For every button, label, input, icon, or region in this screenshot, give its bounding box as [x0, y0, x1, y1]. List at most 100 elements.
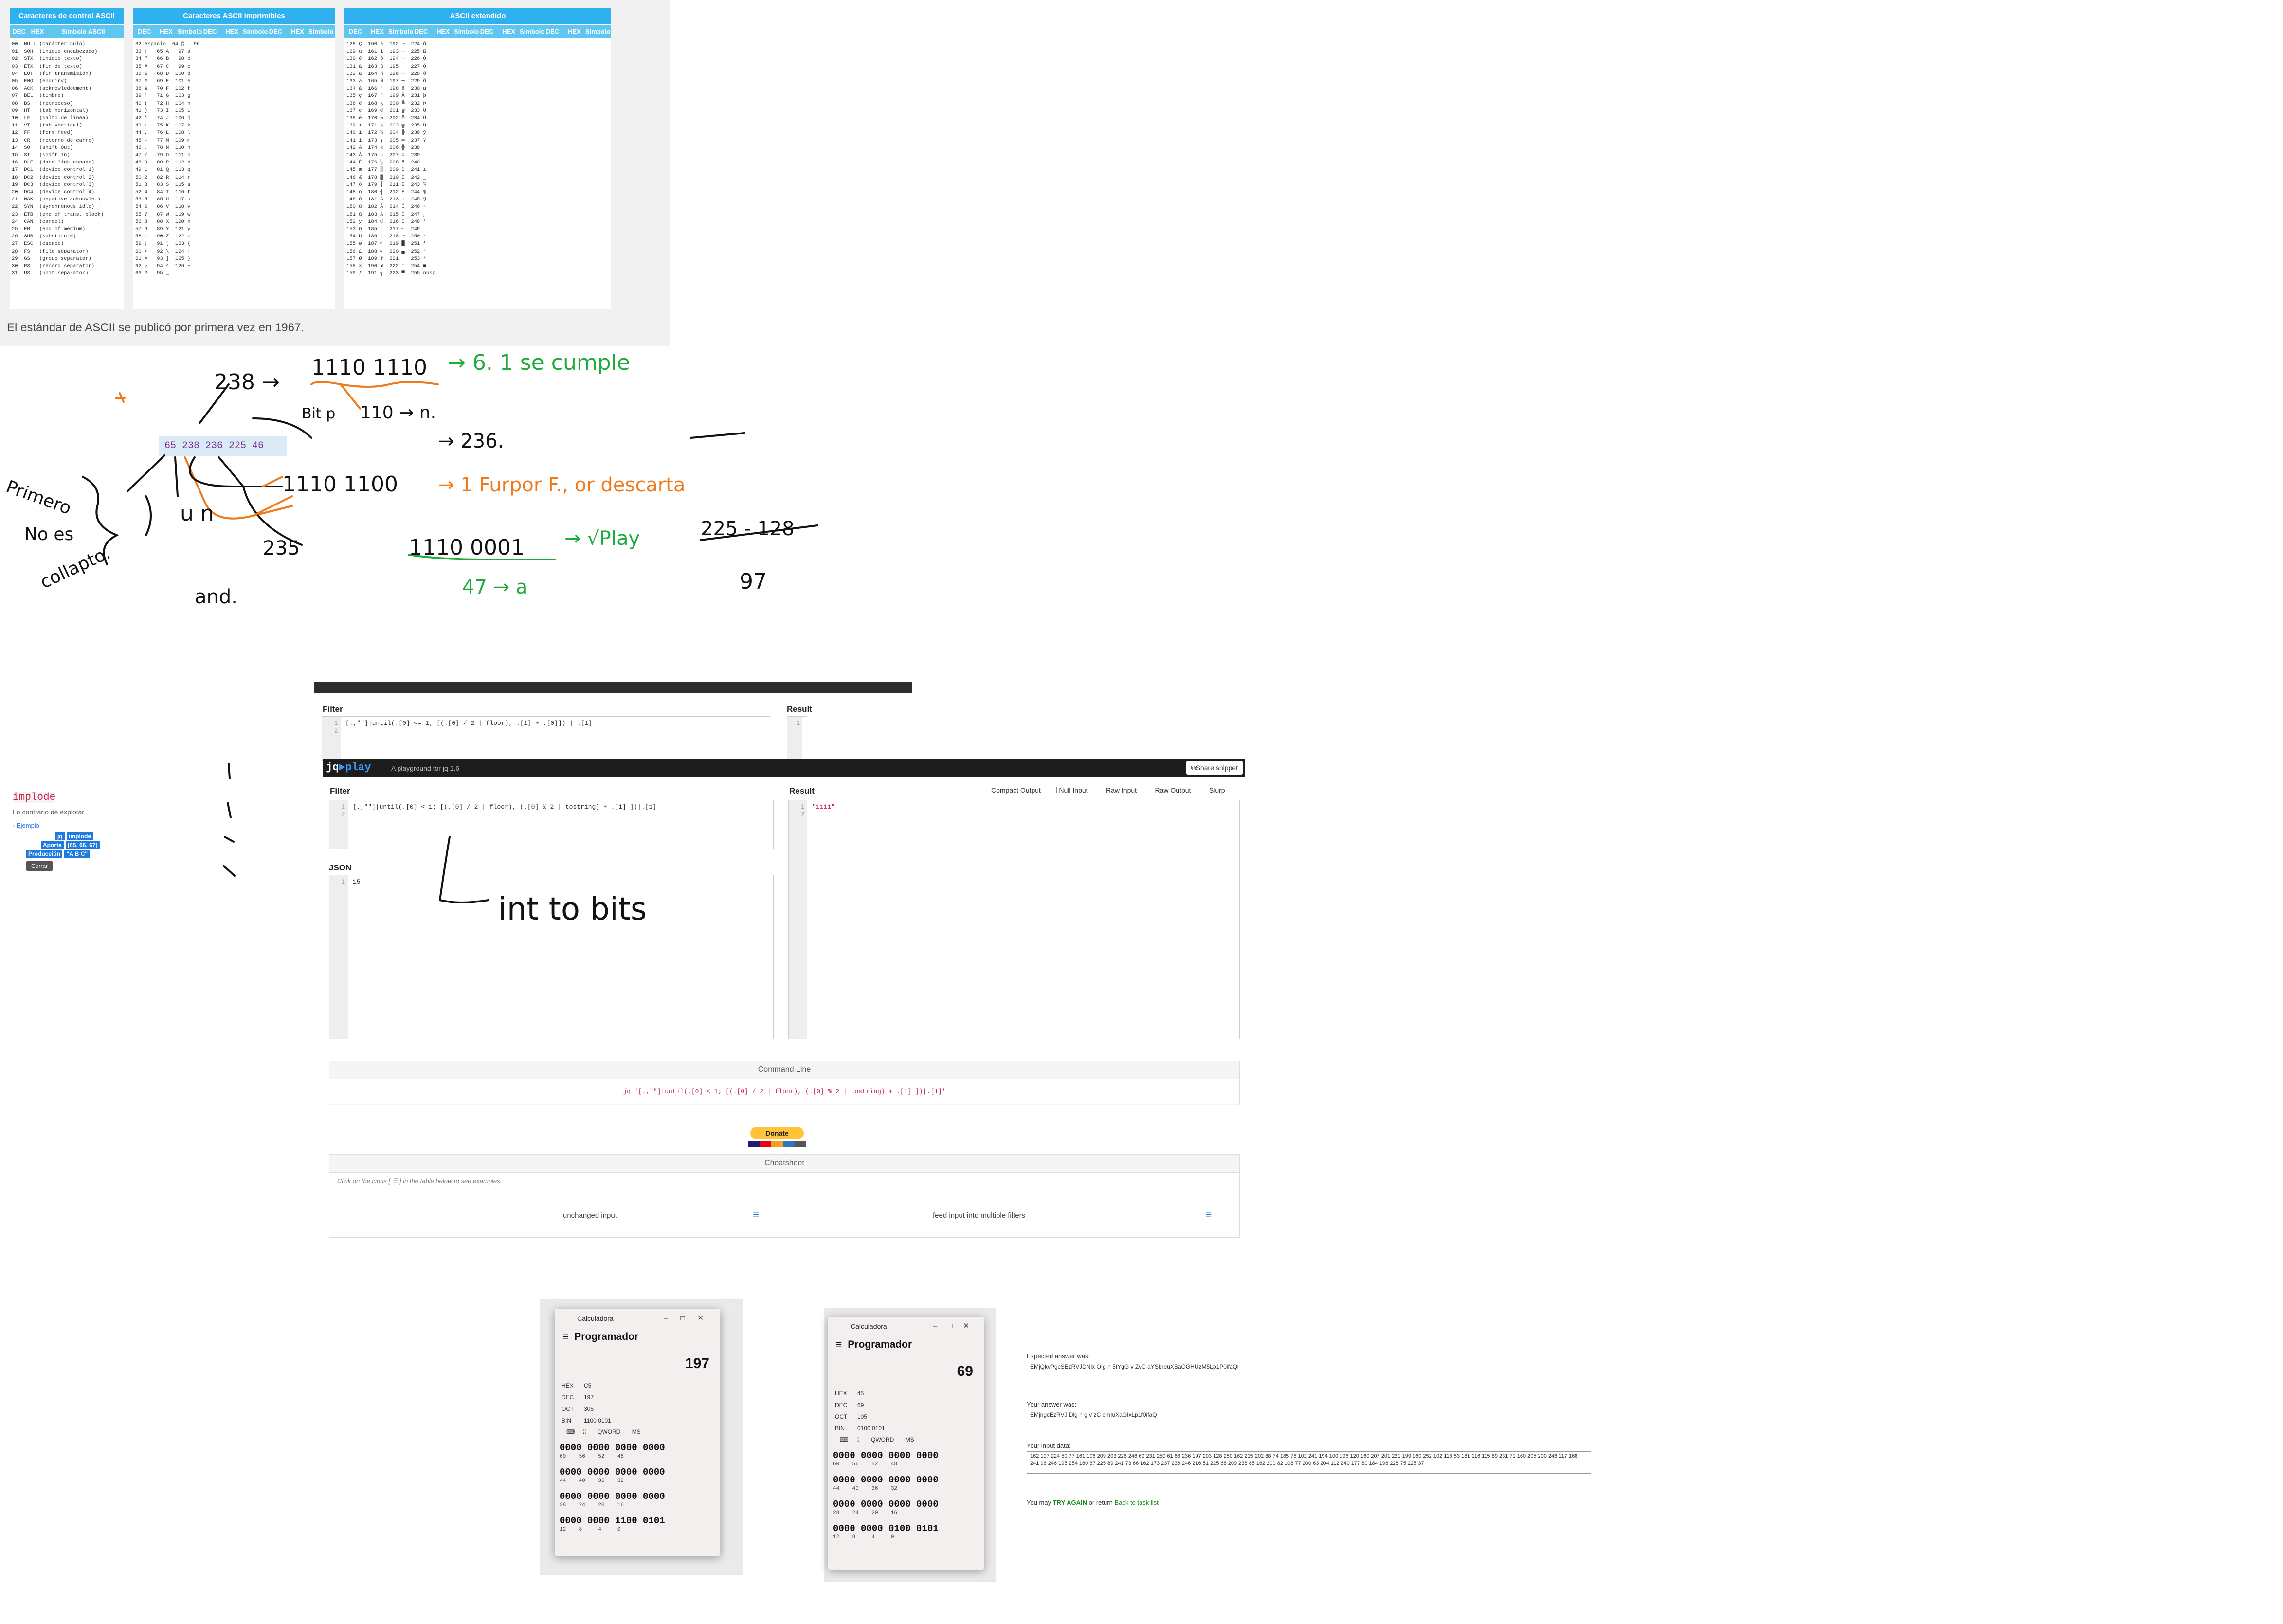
back-to-task-list-link[interactable]: Back to task list [1114, 1499, 1158, 1506]
hw-bits-225: 1110 0001 [409, 535, 525, 560]
radix-label: DEC [562, 1394, 574, 1401]
jq-code: implode [67, 832, 93, 840]
expected-answer-field[interactable]: EMjQkvPgcSEzRVJDNlx OIg n 5tYgG v ZvC aY… [1027, 1362, 1591, 1379]
doc-example-toggle[interactable]: › Ejemplo [13, 822, 129, 829]
bit-positions: 12 8 4 0 [560, 1527, 621, 1533]
bit-row[interactable]: 0000 0000 0000 0000 [828, 1474, 984, 1486]
bit-row[interactable]: 0000 0000 0000 0000 [555, 1491, 720, 1502]
donate-button[interactable]: Donate [750, 1127, 804, 1139]
bit-toggle-icon[interactable]: ⁞⁞ [583, 1428, 586, 1435]
word-size-button[interactable]: QWORD [598, 1428, 620, 1435]
share-snippet-button[interactable]: ⧉Share snippet [1186, 761, 1243, 775]
calc-mode: ≡ Programador [555, 1331, 720, 1343]
bit-toggle-icon[interactable]: ⁞⁞ [856, 1436, 860, 1443]
bit-positions: 28 24 20 16 [833, 1510, 898, 1516]
dec-row[interactable]: DEC 69 [835, 1399, 984, 1411]
example-label: Ejemplo [16, 822, 39, 829]
option-label: Raw Input [1106, 786, 1137, 794]
window-controls[interactable]: –□✕ [664, 1309, 716, 1328]
option-raw-output[interactable]: Raw Output [1146, 786, 1191, 794]
hw-and: and. [195, 586, 237, 608]
cheatsheet-item-multiple-filters[interactable]: feed input into multiple filters [933, 1211, 1025, 1220]
input-data-field[interactable]: 162 197 224 50 77 161 106 209 203 226 24… [1027, 1451, 1591, 1474]
oct-row[interactable]: OCT 305 [562, 1403, 720, 1415]
option-null-input[interactable]: Null Input [1051, 786, 1088, 794]
hw-235: 235 [263, 537, 300, 559]
bit-row[interactable]: 0000 0000 0000 0000 [828, 1498, 984, 1510]
hw-97: 97 [740, 569, 767, 594]
list-icon[interactable]: ☰ [753, 1210, 759, 1219]
hw-236: → 236. [438, 430, 504, 452]
hw-int-to-bits-text: int to bits [498, 891, 647, 927]
radix-value: 1100 0101 [584, 1417, 611, 1424]
checkbox[interactable] [1146, 787, 1153, 793]
arrow-line [127, 454, 165, 492]
hw-furpor: → 1 Furpor F., or descarta [438, 474, 685, 496]
doc-function-name: implode [13, 792, 56, 803]
jqplay-logo[interactable]: jq►play [326, 761, 371, 774]
bit-row[interactable]: 0000 0000 0000 0000 [555, 1442, 720, 1454]
bit-grid: 0000 0000 0000 0000 60 56 52 48 0000 0000… [555, 1442, 720, 1533]
checkbox[interactable] [1200, 787, 1207, 793]
result-editor[interactable]: 12 "1111" [788, 800, 1240, 1039]
filter-label: Filter [323, 704, 343, 714]
list-icon[interactable]: ☰ [1205, 1210, 1212, 1219]
cheatsheet-item-unchanged-input[interactable]: unchanged input [563, 1211, 617, 1220]
underline-brace [310, 381, 439, 388]
checkbox[interactable] [1051, 787, 1057, 793]
word-size-button[interactable]: QWORD [871, 1436, 894, 1443]
try-again-link[interactable]: TRY AGAIN [1053, 1499, 1087, 1506]
input-label: Aporte [41, 841, 64, 849]
calc-toolbar: ⌨ ⁞⁞ QWORD MS [828, 1436, 984, 1443]
line-number: 1 [342, 878, 345, 885]
dec-row[interactable]: DEC 197 [562, 1391, 720, 1403]
menu-icon[interactable]: ≡ [836, 1339, 842, 1350]
close-button[interactable]: Cerrar [26, 861, 53, 871]
checkbox[interactable] [983, 787, 989, 793]
keypad-icon[interactable]: ⌨ [840, 1436, 848, 1443]
calc-radix-list: HEX 45 DEC 69 OCT 105 BIN 0100 0101 [828, 1388, 984, 1434]
calc-title: Calculadora [577, 1315, 614, 1322]
logo-play: ►play [339, 761, 371, 774]
editor-gutter: 12 [789, 800, 807, 1039]
hex-row[interactable]: HEX 45 [835, 1388, 984, 1399]
oct-row[interactable]: OCT 105 [835, 1411, 984, 1423]
memory-store-button[interactable]: MS [632, 1428, 641, 1435]
command-line-code[interactable]: jq '[.,""]|until(.[0] < 1; [(.[0] / 2 | … [329, 1079, 1239, 1104]
hw-primero: Primero [3, 477, 74, 519]
arrow-line [252, 495, 293, 517]
memory-store-button[interactable]: MS [906, 1436, 914, 1443]
handwritten-notes: 238 → 1110 1110 → 6. 1 se cumple Bit p 1… [3, 350, 818, 608]
editor-gutter: 1 [329, 875, 348, 1039]
dash-marks [223, 763, 236, 877]
bin-row[interactable]: BIN 0100 0101 [835, 1423, 984, 1434]
filter-editor[interactable]: 12 [.,""]|until(.[0] <= 1; [(.[0] / 2 | … [322, 716, 770, 761]
bit-row[interactable]: 0000 0000 0000 0000 [555, 1466, 720, 1478]
expected-label: Expected answer was: [1027, 1353, 1090, 1360]
bit-row[interactable]: 0000 0000 0000 0000 [828, 1450, 984, 1462]
option-raw-input[interactable]: Raw Input [1098, 786, 1137, 794]
result-editor[interactable]: 1 [787, 716, 807, 761]
menu-icon[interactable]: ≡ [562, 1331, 568, 1342]
hw-238: 238 → [214, 370, 280, 395]
your-answer-field[interactable]: EMjngcEzRVJ Dlg h g v zC emIuXaGIxLp1f0i… [1027, 1410, 1591, 1427]
radix-label: OCT [835, 1413, 848, 1420]
output-value: "A B C" [64, 850, 90, 858]
cheatsheet-hint: Click on the icons [ ☰ ] in the table be… [337, 1177, 502, 1185]
json-code: 15 [353, 878, 361, 885]
radix-value: 45 [857, 1390, 864, 1397]
jqplay-window: jq►play A playground for jq 1.6 ⧉Share s… [323, 759, 1245, 1238]
window-controls[interactable]: –□✕ [933, 1317, 980, 1336]
checkbox[interactable] [1098, 787, 1104, 793]
bin-row[interactable]: BIN 1100 0101 [562, 1415, 720, 1426]
option-slurp[interactable]: Slurp [1200, 786, 1225, 794]
line-number: 2 [342, 811, 345, 818]
bit-row[interactable]: 0000 0000 0100 0101 [828, 1523, 984, 1534]
hex-row[interactable]: HEX C5 [562, 1380, 720, 1391]
hw-no-es: No es [24, 524, 73, 544]
keypad-icon[interactable]: ⌨ [566, 1428, 575, 1435]
option-compact-output[interactable]: Compact Output [983, 786, 1041, 794]
line-number: 1 [797, 720, 800, 726]
bit-row[interactable]: 0000 0000 1100 0101 [555, 1515, 720, 1527]
hw-110: 110 → n. [360, 403, 436, 423]
